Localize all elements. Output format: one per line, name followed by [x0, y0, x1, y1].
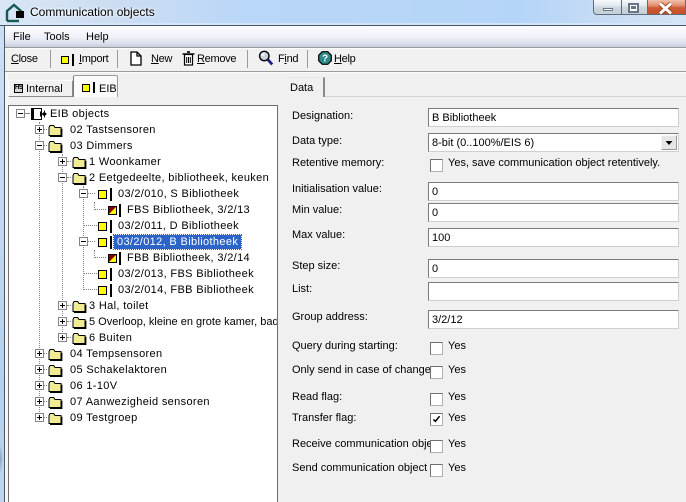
svg-text:?: ?: [322, 54, 328, 65]
